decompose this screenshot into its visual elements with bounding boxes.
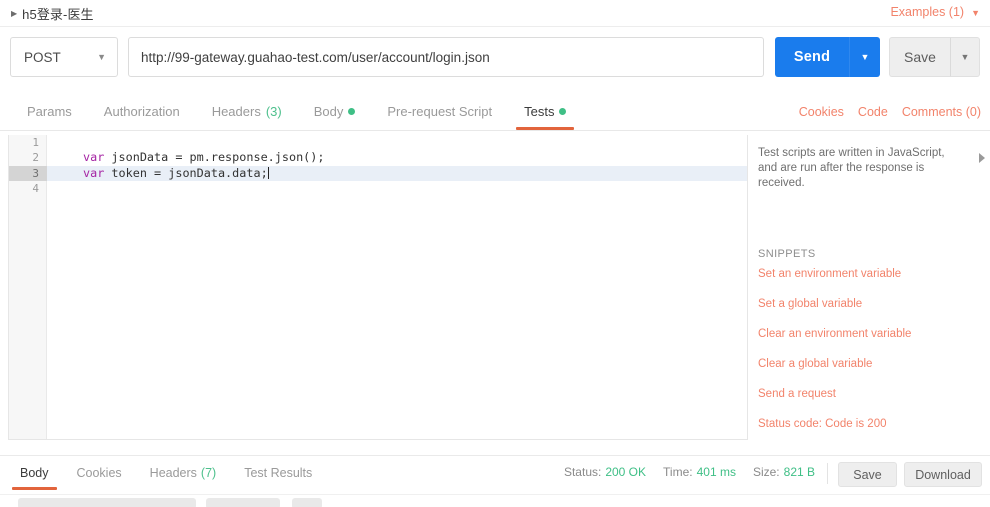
tests-active-dot-icon (559, 108, 567, 115)
body-active-dot-icon (348, 108, 356, 115)
save-button-group: Save ▼ (889, 37, 980, 77)
line-number: 1 (32, 136, 39, 149)
line-code-rest: token = jsonData.data; (104, 165, 268, 180)
http-method-value: POST (24, 49, 61, 65)
keyword-token: var (83, 165, 105, 180)
request-url-input[interactable]: http://99-gateway.guahao-test.com/user/a… (128, 37, 764, 77)
line-number: 3 (9, 165, 47, 182)
response-tab-headers[interactable]: Headers (7) (136, 456, 231, 490)
response-status: Status: 200 OK (564, 465, 646, 479)
tab-params[interactable]: Params (11, 93, 88, 130)
request-utility-links: Cookies Code Comments (0) (799, 93, 981, 130)
editor-line-active[interactable]: 3 var token = jsonData.data; (9, 165, 747, 182)
tab-count: (3) (265, 104, 282, 119)
editor-line[interactable]: 2 var jsonData = pm.response.json(); (32, 150, 747, 165)
save-options-caret-icon[interactable]: ▼ (950, 37, 980, 77)
postman-request-window: ▶ h5登录-医生 Examples (1) ▼ POST ▼ http://9… (0, 0, 990, 507)
tab-pre-request-script[interactable]: Pre-request Script (371, 93, 508, 130)
comments-link[interactable]: Comments (0) (902, 105, 981, 119)
response-status-value: 200 OK (605, 465, 647, 479)
send-button-group: Send ▼ (775, 37, 880, 77)
tab-label: Params (27, 104, 72, 119)
request-title: h5登录-医生 (22, 6, 94, 22)
tab-label: Pre-request Script (387, 104, 493, 119)
snippet-clear-environment-variable[interactable]: Clear an environment variable (750, 326, 990, 342)
divider (827, 463, 828, 484)
http-method-select[interactable]: POST ▼ (10, 37, 118, 77)
editor-code-area[interactable]: 1 2 var jsonData = pm.response.json(); 3… (9, 135, 747, 439)
line-number: 4 (32, 182, 39, 196)
tab-label: Body (313, 104, 344, 119)
tab-label: Headers (211, 104, 261, 119)
snippet-set-environment-variable[interactable]: Set an environment variable (750, 266, 990, 282)
response-tab-test-results[interactable]: Test Results (230, 456, 326, 490)
snippet-set-global-variable[interactable]: Set a global variable (750, 296, 990, 312)
tab-label: Tests (524, 104, 555, 119)
placeholder-block (292, 498, 322, 507)
breadcrumb[interactable]: ▶ h5登录-医生 (11, 4, 94, 23)
snippet-clear-global-variable[interactable]: Clear a global variable (750, 356, 990, 372)
response-download-button[interactable]: Download (904, 462, 982, 487)
line-number: 2 (32, 151, 39, 165)
triangle-right-icon[interactable]: ▶ (11, 10, 17, 18)
response-body-toolbar-placeholder (0, 494, 990, 507)
line-code-rest: jsonData = pm.response.json(); (104, 150, 325, 165)
response-tab-body[interactable]: Body (6, 456, 63, 490)
tab-label: Cookies (76, 466, 122, 480)
cookies-link[interactable]: Cookies (799, 105, 844, 119)
code-link[interactable]: Code (858, 105, 888, 119)
response-meta: Status: 200 OK Time: 401 ms Size: 821 B (564, 465, 815, 479)
tab-authorization[interactable]: Authorization (88, 93, 196, 130)
line-code: var jsonData = pm.response.json(); (47, 150, 325, 164)
response-bar: Body Cookies Headers (7) Test Results St… (0, 455, 990, 493)
response-time-value: 401 ms (696, 465, 736, 479)
examples-label: Examples (1) (890, 5, 965, 19)
tests-script-editor[interactable]: 1 2 var jsonData = pm.response.json(); 3… (8, 135, 748, 440)
tab-body[interactable]: Body (298, 93, 372, 130)
breadcrumb-bar: ▶ h5登录-医生 Examples (1) ▼ (0, 0, 990, 27)
tests-help-text: Test scripts are written in JavaScript, … (758, 147, 945, 189)
keyword-token: var (83, 150, 105, 165)
tab-count: (7) (200, 466, 217, 480)
response-save-button[interactable]: Save (838, 462, 897, 487)
send-options-caret-icon[interactable]: ▼ (849, 37, 880, 77)
placeholder-block (206, 498, 280, 507)
tab-label: Test Results (244, 466, 313, 480)
tab-headers[interactable]: Headers (3) (196, 93, 298, 130)
response-time-label: Time: (663, 465, 693, 479)
text-cursor (267, 166, 269, 179)
placeholder-block (18, 498, 196, 507)
tab-label: Body (20, 466, 49, 480)
request-url-value: http://99-gateway.guahao-test.com/user/a… (141, 49, 490, 65)
editor-line[interactable]: 1 (32, 135, 747, 150)
editor-line[interactable]: 4 (32, 181, 747, 196)
send-button[interactable]: Send (775, 37, 849, 77)
response-status-label: Status: (563, 465, 602, 479)
response-size: Size: 821 B (753, 465, 815, 479)
response-time: Time: 401 ms (663, 465, 736, 479)
chevron-down-icon: ▼ (971, 8, 980, 18)
tab-label: Headers (149, 466, 197, 480)
snippets-heading: SNIPPETS (758, 248, 816, 260)
triangle-right-icon[interactable] (979, 153, 985, 163)
chevron-down-icon: ▼ (97, 52, 106, 62)
tab-tests[interactable]: Tests (508, 93, 582, 130)
line-code: var token = jsonData.data; (47, 166, 269, 180)
snippet-status-code-200[interactable]: Status code: Code is 200 (750, 416, 990, 432)
request-tab-bar: Params Authorization Headers (3) Body Pr… (0, 93, 990, 131)
response-size-label: Size: (752, 465, 780, 479)
examples-dropdown[interactable]: Examples (1) ▼ (890, 5, 980, 19)
tests-help-panel: Test scripts are written in JavaScript, … (750, 135, 990, 440)
save-button[interactable]: Save (889, 37, 950, 77)
response-size-value: 821 B (783, 465, 815, 479)
tab-label: Authorization (103, 104, 180, 119)
snippet-send-a-request[interactable]: Send a request (750, 386, 990, 402)
request-url-bar: POST ▼ http://99-gateway.guahao-test.com… (0, 27, 990, 87)
response-tab-cookies[interactable]: Cookies (63, 456, 136, 490)
